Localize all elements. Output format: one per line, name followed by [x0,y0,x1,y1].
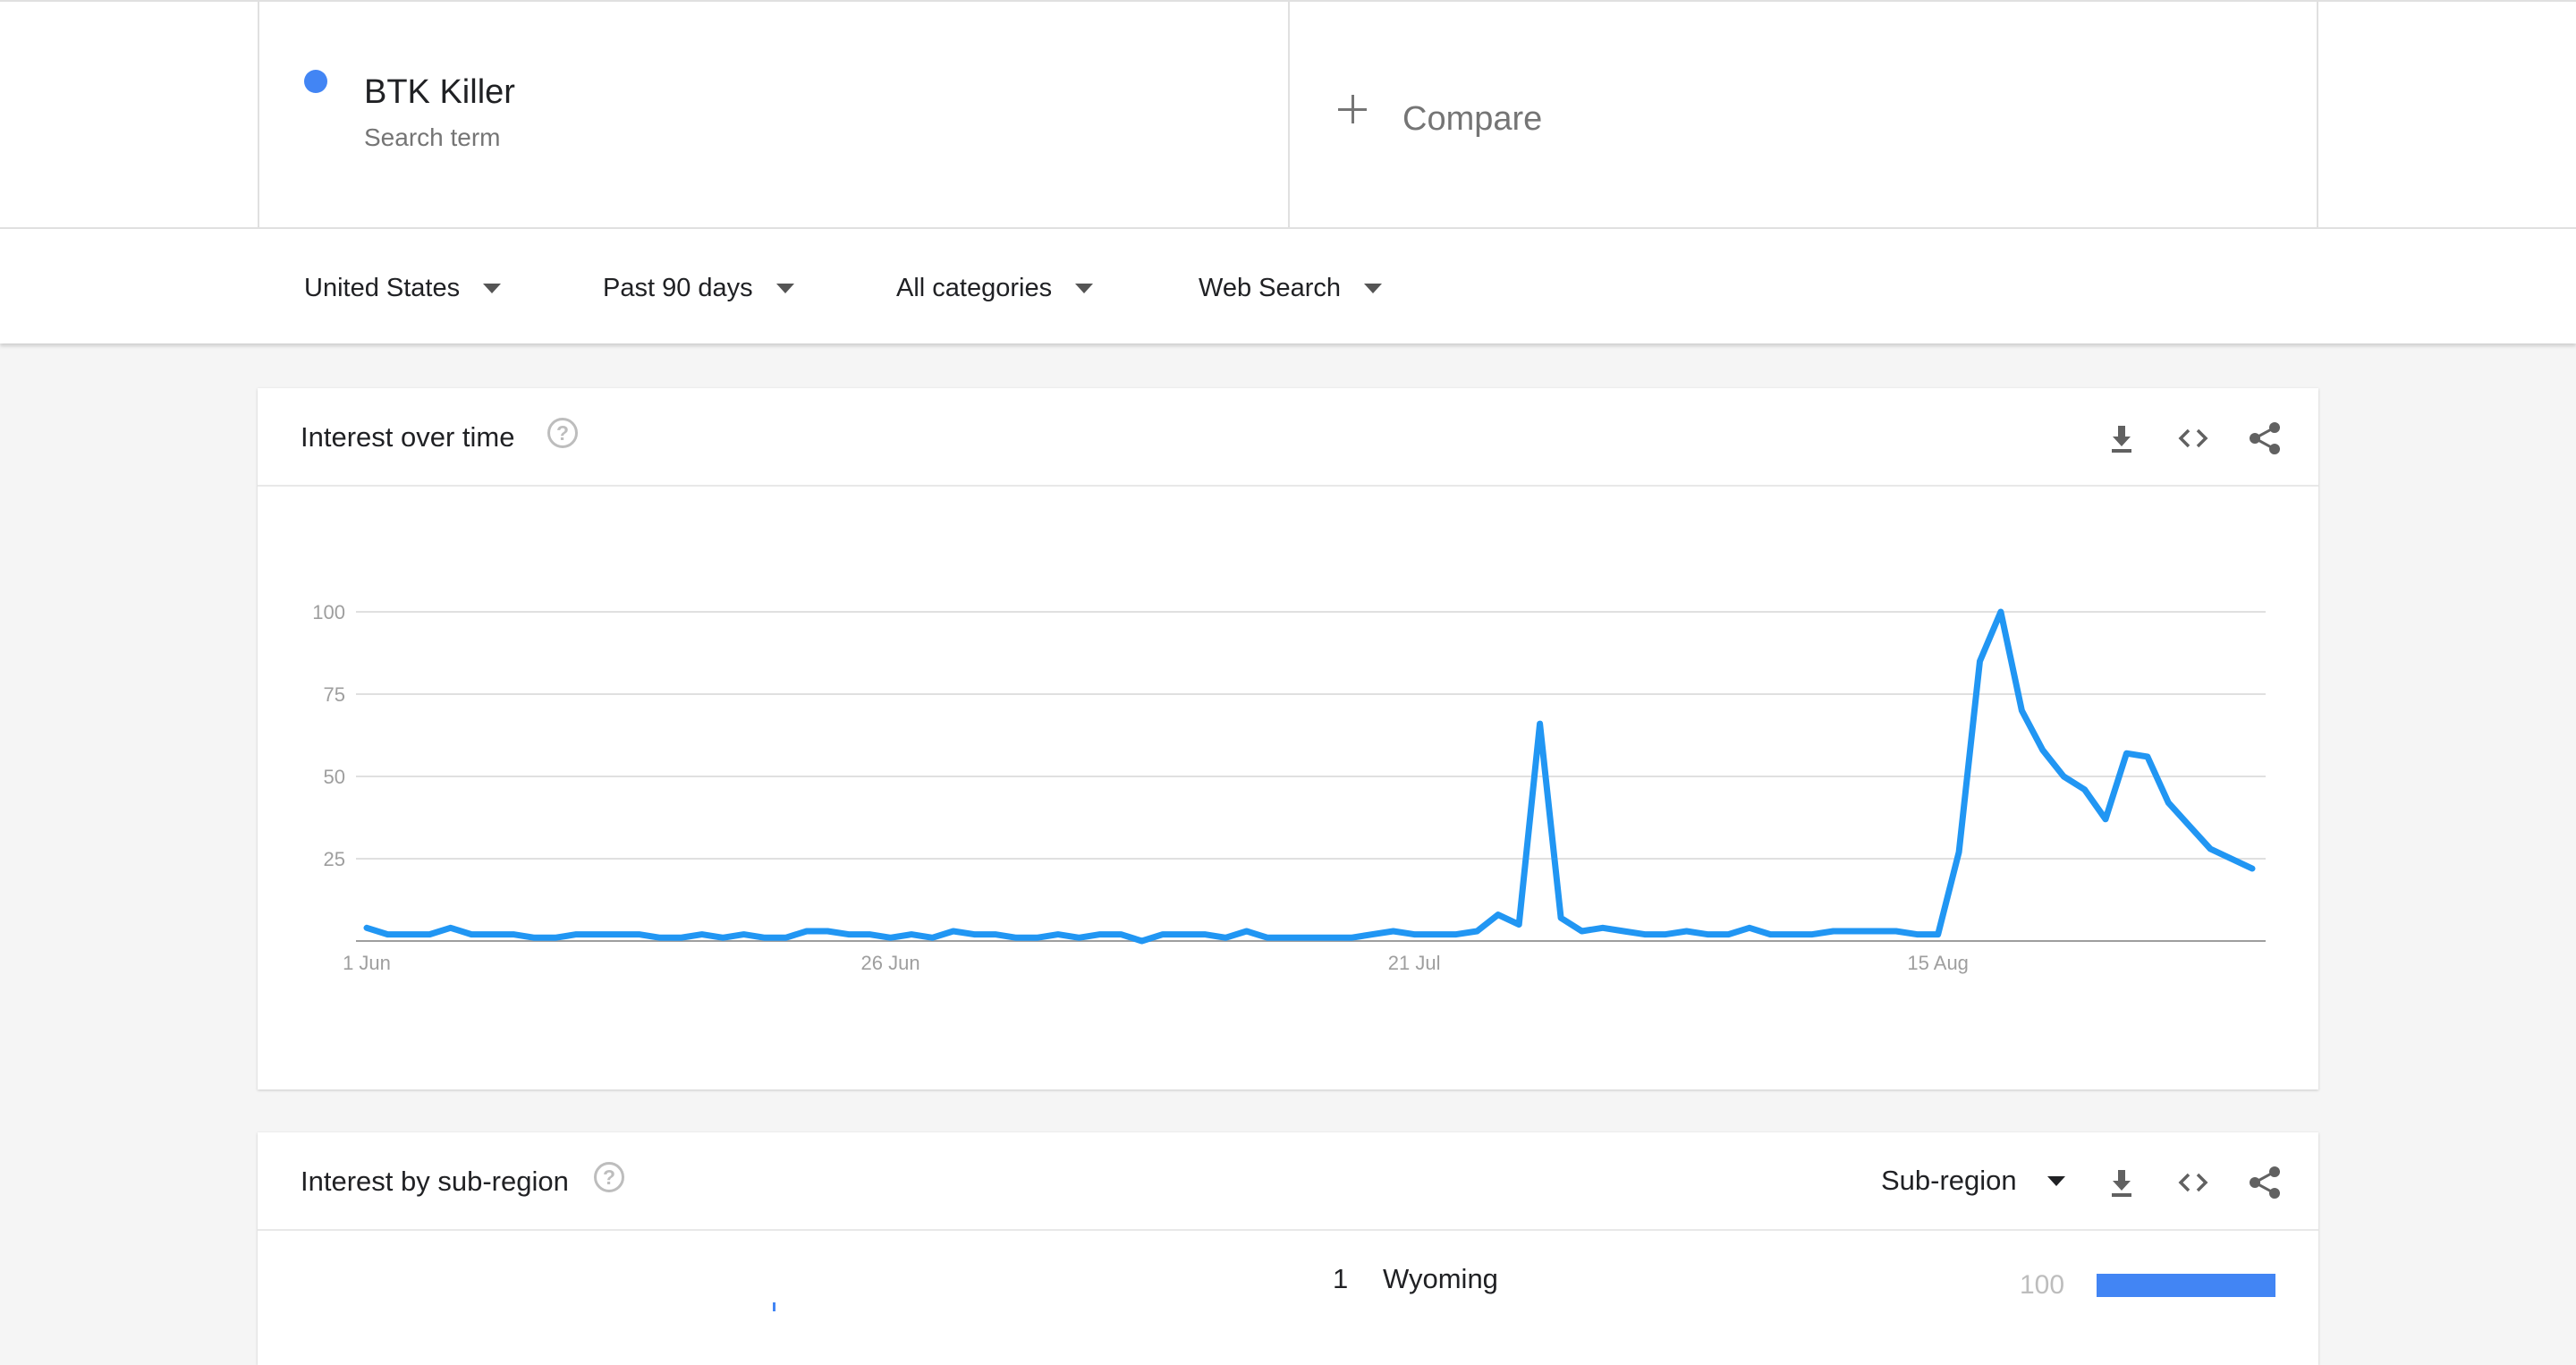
caret-down-icon [483,283,502,293]
card-header: Interest over time ? [258,388,2318,487]
filter-bar: United States Past 90 days All categorie… [0,227,2576,343]
share-icon[interactable] [2247,1165,2283,1200]
subregion-resolution-select[interactable]: Sub-region [1881,1165,2065,1197]
interest-over-time-chart: 100 75 50 25 1 Jun 26 Jun 21 Jul 15 Aug [312,601,2266,974]
y-tick-label: 50 [324,766,345,788]
search-term-name[interactable]: BTK Killer [364,73,515,112]
y-tick-label: 100 [312,601,345,623]
subregion-rank: 1 [1333,1263,1349,1294]
caret-down-icon [1075,283,1094,293]
subregion-value-bar [2097,1274,2275,1297]
card-header: Interest by sub-region ? Sub-region [258,1132,2318,1231]
search-property-filter-label: Web Search [1199,273,1342,302]
compare-card[interactable]: Compare [1288,2,2318,229]
subregion-name[interactable]: Wyoming [1383,1263,1498,1295]
share-icon[interactable] [2247,420,2283,456]
plus-icon [1338,95,1367,123]
interest-over-time-card: Interest over time ? 100 75 50 25 1 Jun 26 Ju… [258,388,2318,1089]
region-filter[interactable]: United States [304,270,502,306]
x-tick-label: 1 Jun [343,952,391,974]
card-title: Interest by sub-region [301,1166,569,1197]
interest-by-subregion-card: Interest by sub-region ? Sub-region 1 Wy… [258,1132,2318,1365]
search-term-subtitle: Search term [364,123,501,151]
category-filter-label: All categories [896,273,1053,302]
card-title: Interest over time [301,421,515,453]
embed-code-icon[interactable] [2175,420,2211,456]
y-tick-label: 25 [324,848,345,870]
caret-down-icon [775,283,794,293]
x-tick-label: 26 Jun [861,952,920,974]
term-color-dot [304,70,327,93]
help-icon[interactable]: ? [594,1162,624,1192]
region-filter-label: United States [304,273,461,302]
time-range-filter[interactable]: Past 90 days [603,270,794,306]
search-terms-band: BTK Killer Search term Compare [0,0,2576,229]
help-icon[interactable]: ? [547,418,578,448]
subregion-value: 100 [2020,1270,2065,1300]
category-filter[interactable]: All categories [896,270,1094,306]
download-icon[interactable] [2104,1165,2140,1200]
subregion-resolution-label: Sub-region [1881,1165,2017,1196]
search-term-card[interactable]: BTK Killer Search term [258,2,1288,229]
y-tick-label: 75 [324,683,345,706]
embed-code-icon[interactable] [2175,1165,2211,1200]
map-fragment [773,1302,775,1311]
time-range-filter-label: Past 90 days [603,273,753,302]
x-tick-label: 15 Aug [1907,952,1969,974]
compare-label[interactable]: Compare [1402,100,1542,139]
caret-down-icon [1364,283,1383,293]
caret-down-icon [2046,1175,2065,1186]
search-property-filter[interactable]: Web Search [1199,270,1383,306]
x-tick-label: 21 Jul [1388,952,1441,974]
download-icon[interactable] [2104,420,2140,456]
